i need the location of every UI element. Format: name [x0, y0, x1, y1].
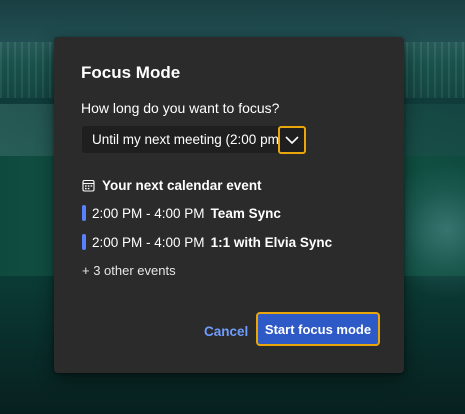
calendar-event: 2:00 PM - 4:00 PM 1:1 with Elvia Sync — [82, 234, 332, 250]
duration-question: How long do you want to focus? — [81, 100, 280, 116]
calendar-icon — [82, 179, 95, 192]
dialog-title: Focus Mode — [81, 63, 181, 82]
wallpaper-glow — [405, 150, 465, 310]
calendar-section-heading: Your next calendar event — [82, 178, 262, 193]
event-color-bar — [82, 205, 86, 221]
wallpaper-sky — [0, 0, 465, 42]
event-time: 2:00 PM - 4:00 PM — [92, 234, 205, 250]
start-focus-mode-button[interactable]: Start focus mode — [256, 312, 380, 346]
calendar-event: 2:00 PM - 4:00 PM Team Sync — [82, 205, 281, 221]
other-events-count: + 3 other events — [82, 263, 176, 278]
cancel-button[interactable]: Cancel — [204, 321, 248, 341]
event-color-bar — [82, 234, 86, 250]
calendar-heading-label: Your next calendar event — [102, 178, 262, 193]
duration-dropdown[interactable]: Until my next meeting (2:00 pm) — [82, 126, 306, 154]
focus-mode-dialog: Focus Mode How long do you want to focus… — [54, 37, 404, 373]
event-title: 1:1 with Elvia Sync — [210, 234, 333, 250]
event-title: Team Sync — [210, 205, 281, 221]
duration-dropdown-value: Until my next meeting (2:00 pm) — [92, 132, 284, 147]
event-time: 2:00 PM - 4:00 PM — [92, 205, 205, 221]
chevron-down-icon[interactable] — [278, 126, 306, 154]
